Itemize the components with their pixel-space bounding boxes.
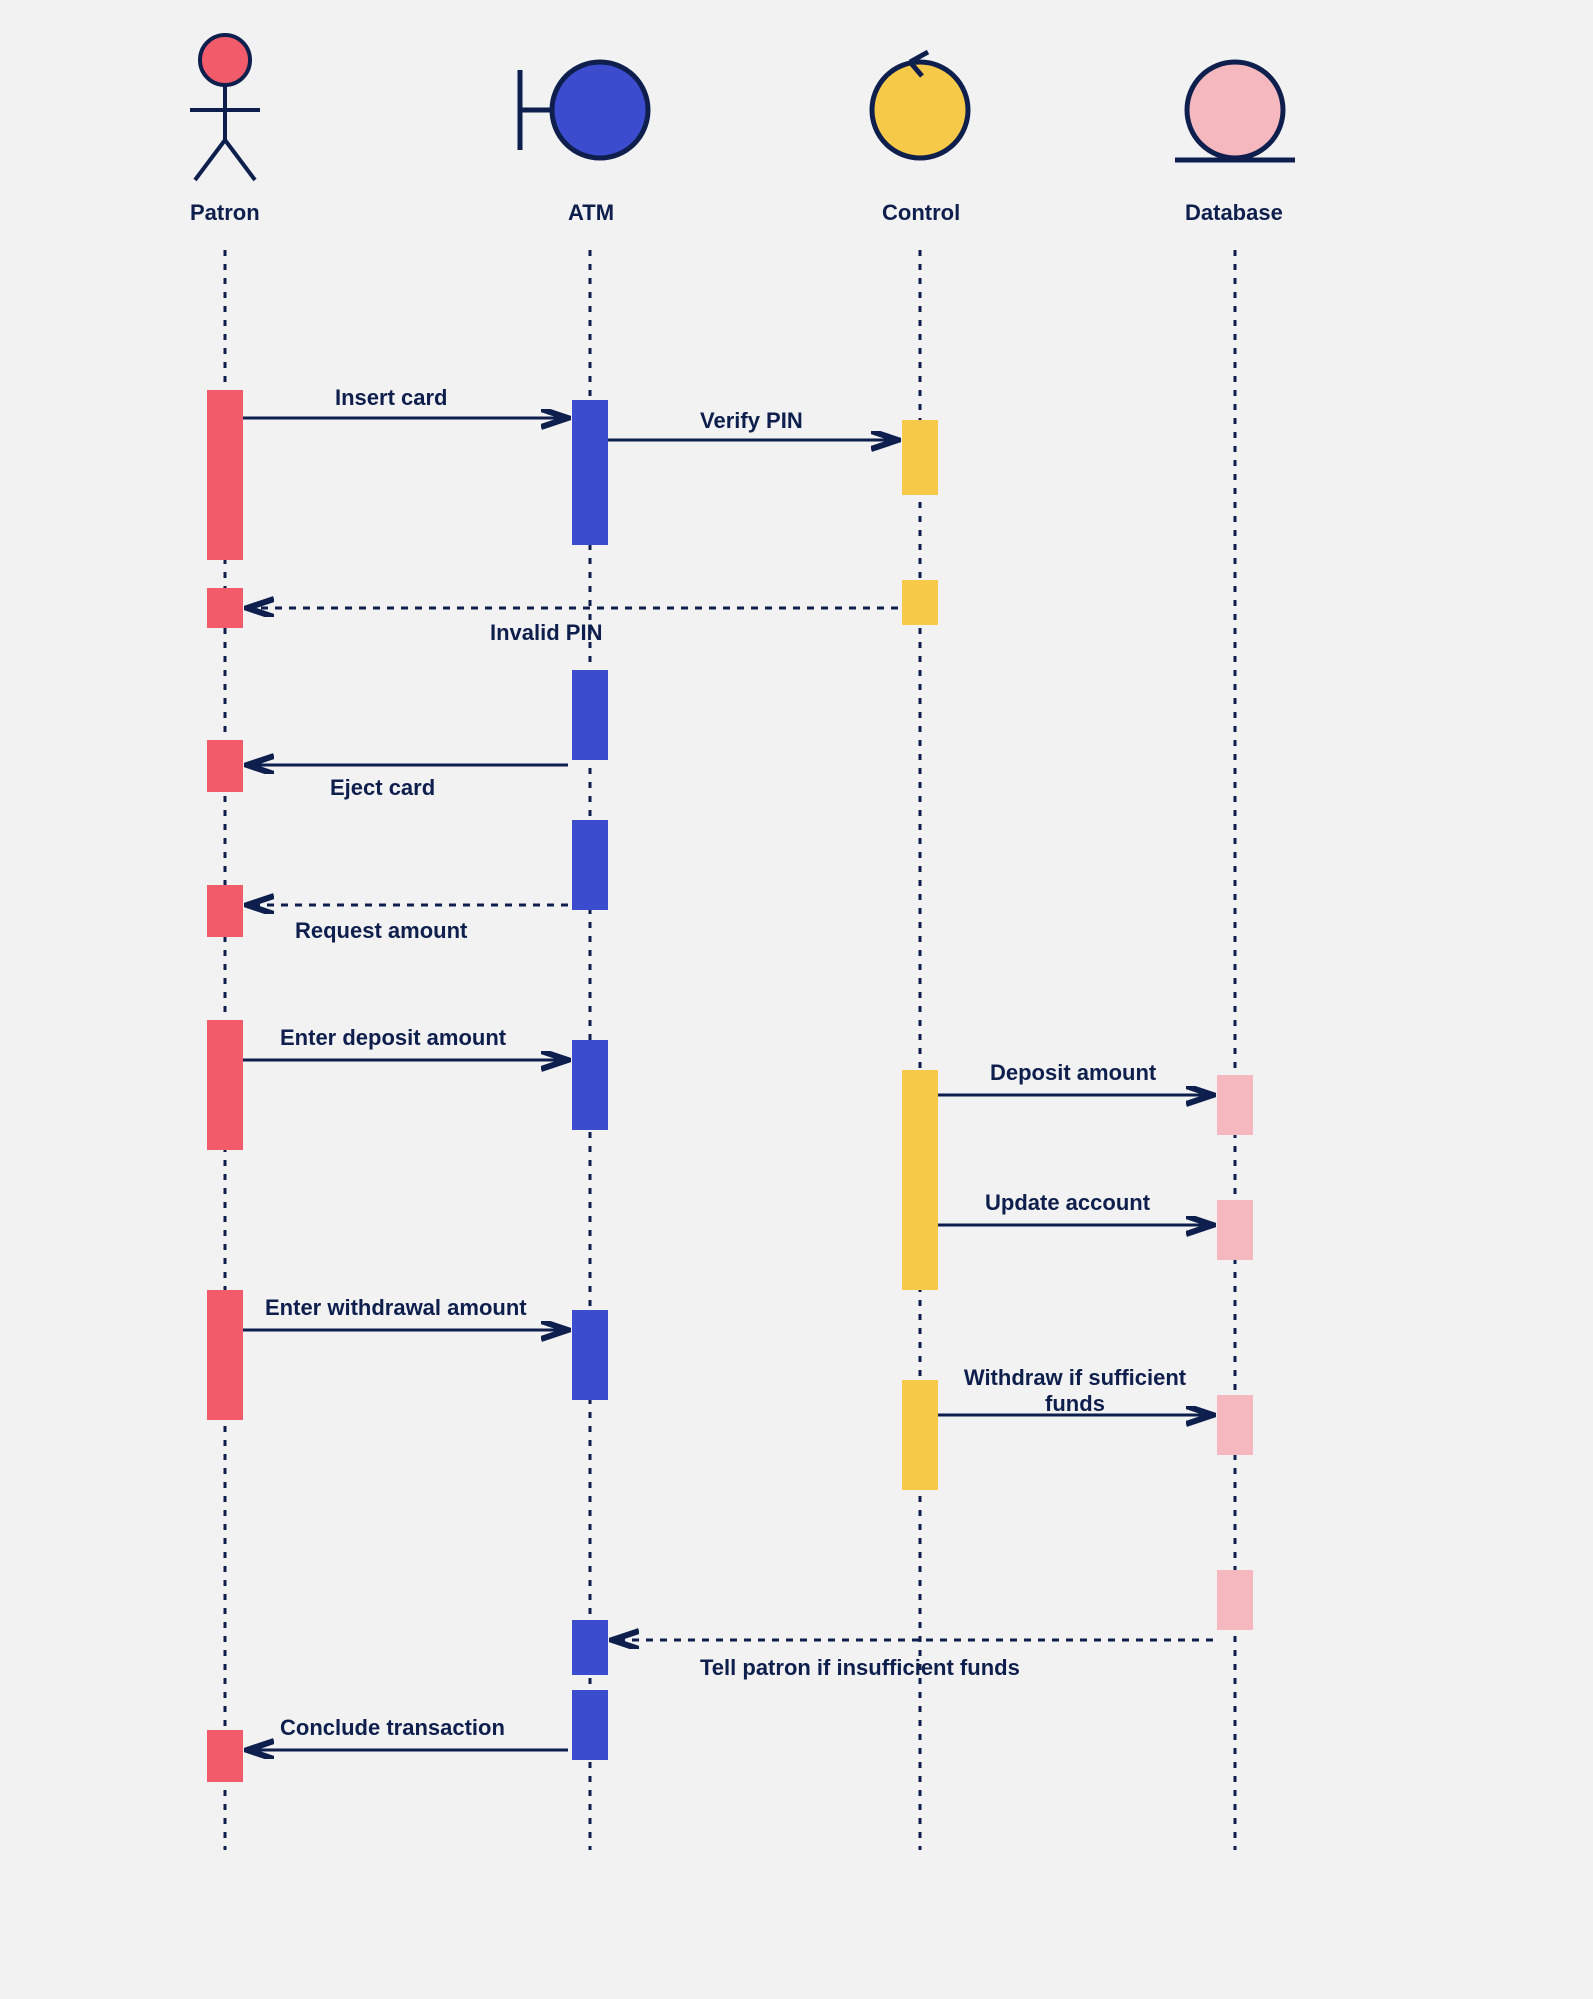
patron-activation (207, 1290, 243, 1420)
msg-deposit-amount-label: Deposit amount (990, 1060, 1156, 1086)
patron-activation (207, 588, 243, 628)
msg-conclude-label: Conclude transaction (280, 1715, 505, 1741)
patron-activation (207, 1020, 243, 1150)
atm-activation (572, 1620, 608, 1675)
msg-insert-card-label: Insert card (335, 385, 448, 411)
sequence-diagram (0, 0, 1593, 1999)
msg-verify-pin-label: Verify PIN (700, 408, 803, 434)
msg-eject-card-label: Eject card (330, 775, 435, 801)
msg-tell-insufficient-label: Tell patron if insufficient funds (700, 1655, 1020, 1681)
database-activation (1217, 1570, 1253, 1630)
database-activation (1217, 1075, 1253, 1135)
control-activation (902, 1380, 938, 1490)
patron-activation (207, 740, 243, 792)
atm-activation (572, 1310, 608, 1400)
patron-activation (207, 885, 243, 937)
atm-activation (572, 670, 608, 760)
msg-enter-deposit-label: Enter deposit amount (280, 1025, 506, 1051)
database-entity-icon (1175, 62, 1295, 160)
control-activation (902, 580, 938, 625)
msg-withdraw-label: Withdraw if sufficient funds (960, 1365, 1190, 1417)
msg-request-amount-label: Request amount (295, 918, 467, 944)
atm-activation (572, 1040, 608, 1130)
atm-activation (572, 1690, 608, 1760)
patron-label: Patron (190, 200, 260, 226)
msg-update-account-label: Update account (985, 1190, 1150, 1216)
msg-invalid-pin-label: Invalid PIN (490, 620, 602, 646)
control-activation (902, 1070, 938, 1290)
patron-activation (207, 1730, 243, 1782)
control-control-icon (872, 52, 968, 158)
database-activation (1217, 1200, 1253, 1260)
control-activation (902, 420, 938, 495)
atm-activation (572, 820, 608, 910)
patron-actor-icon (190, 35, 260, 180)
atm-activation (572, 400, 608, 545)
database-activation (1217, 1395, 1253, 1455)
msg-enter-withdrawal-label: Enter withdrawal amount (265, 1295, 527, 1321)
patron-activation (207, 390, 243, 560)
control-label: Control (882, 200, 960, 226)
atm-boundary-icon (520, 62, 648, 158)
atm-label: ATM (568, 200, 614, 226)
database-label: Database (1185, 200, 1283, 226)
